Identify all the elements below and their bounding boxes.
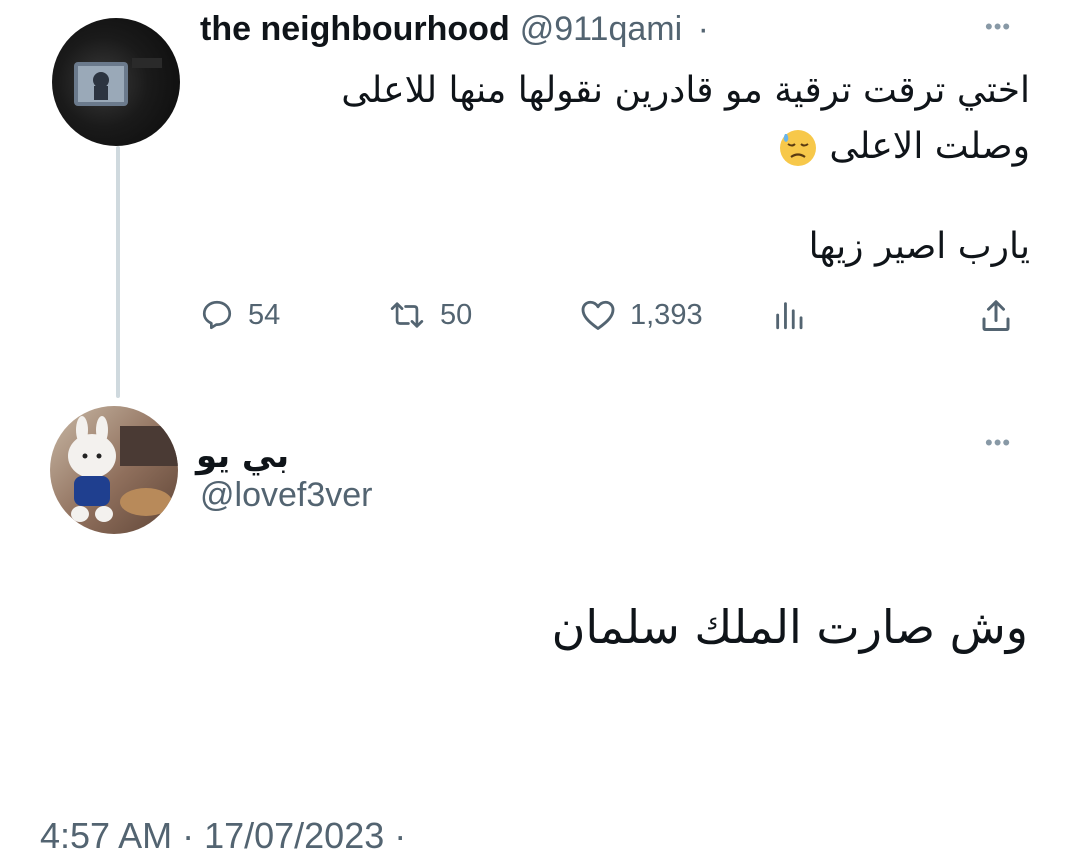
author-avatar[interactable]: [52, 18, 180, 146]
retweet-button[interactable]: 50: [388, 298, 472, 332]
tweet-text-line-3: يارب اصير زيها: [808, 226, 1030, 267]
author-handle[interactable]: @911qami: [520, 10, 682, 48]
tweet-text-line-1: اختي ترقت ترقية مو قادرين نقولها منها لل…: [341, 70, 1030, 111]
tweet-header: the neighbourhood @911qami ·: [200, 10, 709, 49]
reply-author-handle[interactable]: @lovef3ver: [200, 476, 372, 515]
avatar-image: [68, 416, 178, 522]
share-icon: [978, 298, 1014, 334]
thread-connector-line: [116, 146, 120, 398]
tweet-actions-bar: 54 50 1,393: [200, 298, 1030, 344]
reply-tweet-text: وش صارت الملك سلمان: [551, 600, 1028, 654]
tweet-timestamp[interactable]: 4:57 AM · 17/07/2023 ·: [40, 815, 406, 857]
reply-more-options-icon[interactable]: •••: [985, 432, 1011, 454]
author-name[interactable]: the neighbourhood: [200, 10, 510, 48]
avatar-image: [74, 58, 162, 106]
views-chart-icon: [772, 298, 806, 332]
like-button[interactable]: 1,393: [580, 298, 703, 332]
header-separator: ·: [697, 10, 709, 48]
reply-author-name[interactable]: بي يو: [196, 436, 289, 476]
like-count: 1,393: [630, 298, 703, 331]
share-button[interactable]: [978, 298, 1014, 334]
tweet-text-line-2: وصلت الاعلى: [774, 126, 1030, 168]
reply-button[interactable]: 54: [200, 298, 280, 332]
reply-count: 54: [248, 298, 281, 331]
sad-sweat-emoji-icon: [778, 128, 818, 168]
more-options-icon[interactable]: •••: [985, 16, 1011, 38]
retweet-icon: [388, 298, 426, 332]
views-button[interactable]: [772, 298, 806, 332]
reply-author-avatar[interactable]: [50, 406, 178, 534]
tweet-text-line-2-text: وصلت الاعلى: [829, 126, 1030, 167]
reply-icon: [200, 298, 234, 332]
retweet-count: 50: [440, 298, 473, 331]
heart-icon: [580, 298, 616, 332]
